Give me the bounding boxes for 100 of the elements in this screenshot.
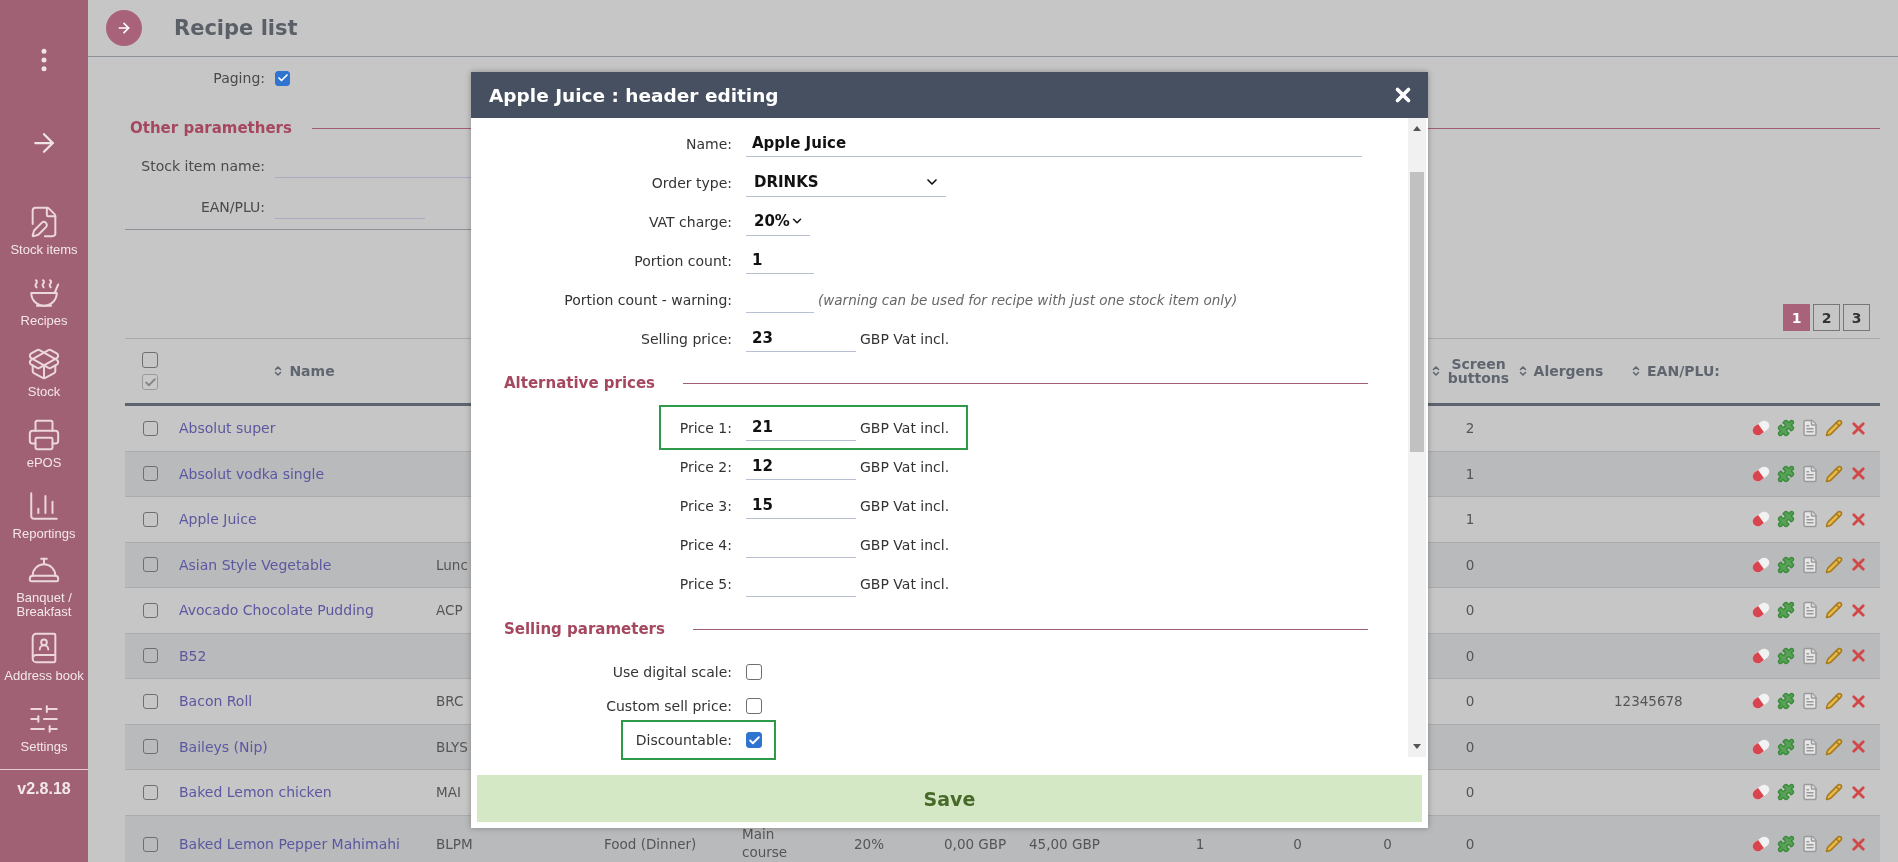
puzzle-icon[interactable] xyxy=(1777,464,1795,483)
select-field[interactable]: 20% xyxy=(746,207,810,236)
field-label: Portion count: xyxy=(633,252,732,269)
pencil-icon[interactable] xyxy=(1825,646,1843,665)
puzzle-icon[interactable] xyxy=(1777,510,1795,529)
recipe-link[interactable]: Asian Style Vegetable xyxy=(175,556,332,573)
page-button[interactable]: 2 xyxy=(1813,304,1840,331)
input-field[interactable]: 15 xyxy=(746,492,856,519)
document-icon[interactable] xyxy=(1801,464,1819,483)
sidebar-item[interactable]: Address book xyxy=(0,621,88,692)
document-icon[interactable] xyxy=(1801,783,1819,802)
puzzle-icon[interactable] xyxy=(1777,783,1795,802)
table-cell-text: 20% xyxy=(853,836,884,852)
sidebar-item[interactable]: Stock items xyxy=(0,195,88,266)
checkbox[interactable] xyxy=(142,557,158,573)
recipe-link[interactable]: Baked Lemon Pepper Mahimahi xyxy=(175,836,400,852)
checkbox[interactable] xyxy=(142,648,158,664)
table-cell: 0 xyxy=(1465,647,1475,664)
puzzle-icon[interactable] xyxy=(1777,419,1795,438)
scrollbar[interactable] xyxy=(1408,118,1426,757)
column-header[interactable]: EAN/PLU: xyxy=(1610,364,1740,378)
recipe-link[interactable]: Bacon Roll xyxy=(175,693,253,710)
column-header[interactable]: Screen buttons xyxy=(1430,357,1510,385)
puzzle-icon[interactable] xyxy=(1777,737,1795,756)
save-button[interactable]: Save xyxy=(477,775,1422,822)
pencil-icon[interactable] xyxy=(1825,737,1843,756)
checkbox[interactable] xyxy=(142,739,158,755)
document-icon[interactable] xyxy=(1801,835,1819,853)
pencil-icon[interactable] xyxy=(1825,555,1843,574)
checkbox[interactable] xyxy=(142,784,158,800)
table-cell: 0 xyxy=(1465,556,1475,573)
recipe-link[interactable]: Apple Juice xyxy=(175,511,257,528)
checkbox[interactable] xyxy=(142,602,158,618)
pencil-icon[interactable] xyxy=(1825,419,1843,438)
input-field[interactable]: Apple Juice xyxy=(746,130,1362,157)
pencil-icon[interactable] xyxy=(1825,835,1843,853)
document-icon[interactable] xyxy=(1801,646,1819,665)
checkbox[interactable] xyxy=(142,511,158,527)
input-field[interactable]: 12 xyxy=(746,453,856,480)
checkbox[interactable] xyxy=(142,420,158,436)
sidebar-item[interactable]: Banquet / Breakfast xyxy=(0,550,88,621)
puzzle-icon[interactable] xyxy=(1777,692,1795,711)
puzzle-icon[interactable] xyxy=(1777,835,1795,853)
table-cell: 0 xyxy=(1293,836,1302,852)
sidebar-item[interactable]: Recipes xyxy=(0,266,88,337)
recipe-link[interactable]: Absolut vodka single xyxy=(175,465,325,482)
recipe-link[interactable]: B52 xyxy=(175,647,207,664)
checkbox[interactable] xyxy=(142,352,158,368)
sidebar-item[interactable]: Reportings xyxy=(0,479,88,550)
input-field[interactable]: 1 xyxy=(746,247,814,274)
checkbox[interactable] xyxy=(142,836,158,852)
scroll-up-icon[interactable] xyxy=(1412,124,1422,132)
pencil-icon[interactable] xyxy=(1825,510,1843,529)
input-field[interactable]: 23 xyxy=(746,325,856,352)
puzzle-icon[interactable] xyxy=(1777,601,1795,620)
unit-label: GBP Vat incl. xyxy=(860,497,950,514)
document-icon[interactable] xyxy=(1801,419,1819,438)
recipe-link[interactable]: Baked Lemon chicken xyxy=(175,784,332,801)
column-header[interactable]: Name xyxy=(175,364,432,378)
recipe-link[interactable]: Absolut super xyxy=(175,420,276,437)
table-cell-text: Food (Dinner) xyxy=(603,836,697,852)
forward-button[interactable] xyxy=(106,10,142,46)
table-cell-text: BLYS xyxy=(435,738,468,755)
document-icon[interactable] xyxy=(1801,555,1819,574)
column-header[interactable]: Alergens xyxy=(1510,364,1610,378)
pencil-icon[interactable] xyxy=(1825,464,1843,483)
checkbox[interactable] xyxy=(746,664,762,680)
table-cell: 0 xyxy=(1465,784,1475,801)
recipe-link[interactable]: Avocado Chocolate Pudding xyxy=(175,602,374,619)
sidebar-item[interactable]: ePOS xyxy=(0,408,88,479)
pencil-icon[interactable] xyxy=(1825,601,1843,620)
checkbox[interactable] xyxy=(142,374,158,390)
sidebar-item[interactable]: Stock xyxy=(0,337,88,408)
scroll-down-icon[interactable] xyxy=(1412,743,1422,751)
version-label: v2.8.18 xyxy=(0,769,88,798)
table-cell: 0 xyxy=(1465,836,1475,852)
document-icon[interactable] xyxy=(1801,510,1819,529)
document-icon[interactable] xyxy=(1801,692,1819,711)
sidebar-item[interactable]: Settings xyxy=(0,692,88,763)
page-button[interactable]: 3 xyxy=(1843,304,1870,331)
checkbox[interactable] xyxy=(142,466,158,482)
pencil-icon[interactable] xyxy=(1825,692,1843,711)
eraser-icon[interactable] xyxy=(1751,835,1771,853)
input-field[interactable]: 21 xyxy=(746,414,856,441)
select-field[interactable]: DRINKS xyxy=(746,168,946,197)
checkbox[interactable] xyxy=(746,732,762,748)
document-icon[interactable] xyxy=(1801,737,1819,756)
page-button[interactable]: 1 xyxy=(1783,304,1810,331)
document-icon[interactable] xyxy=(1801,601,1819,620)
checkbox[interactable] xyxy=(142,693,158,709)
table-cell-text: Lunc xyxy=(435,556,468,573)
recipe-link[interactable]: Baileys (Nip) xyxy=(175,738,268,755)
unit-label: GBP Vat incl. xyxy=(860,419,950,436)
checkbox[interactable] xyxy=(275,70,290,86)
field-label: Name: xyxy=(684,135,732,152)
printer-icon xyxy=(27,417,61,452)
pencil-icon[interactable] xyxy=(1825,783,1843,802)
puzzle-icon[interactable] xyxy=(1777,646,1795,665)
puzzle-icon[interactable] xyxy=(1777,555,1795,574)
checkbox[interactable] xyxy=(746,698,762,714)
